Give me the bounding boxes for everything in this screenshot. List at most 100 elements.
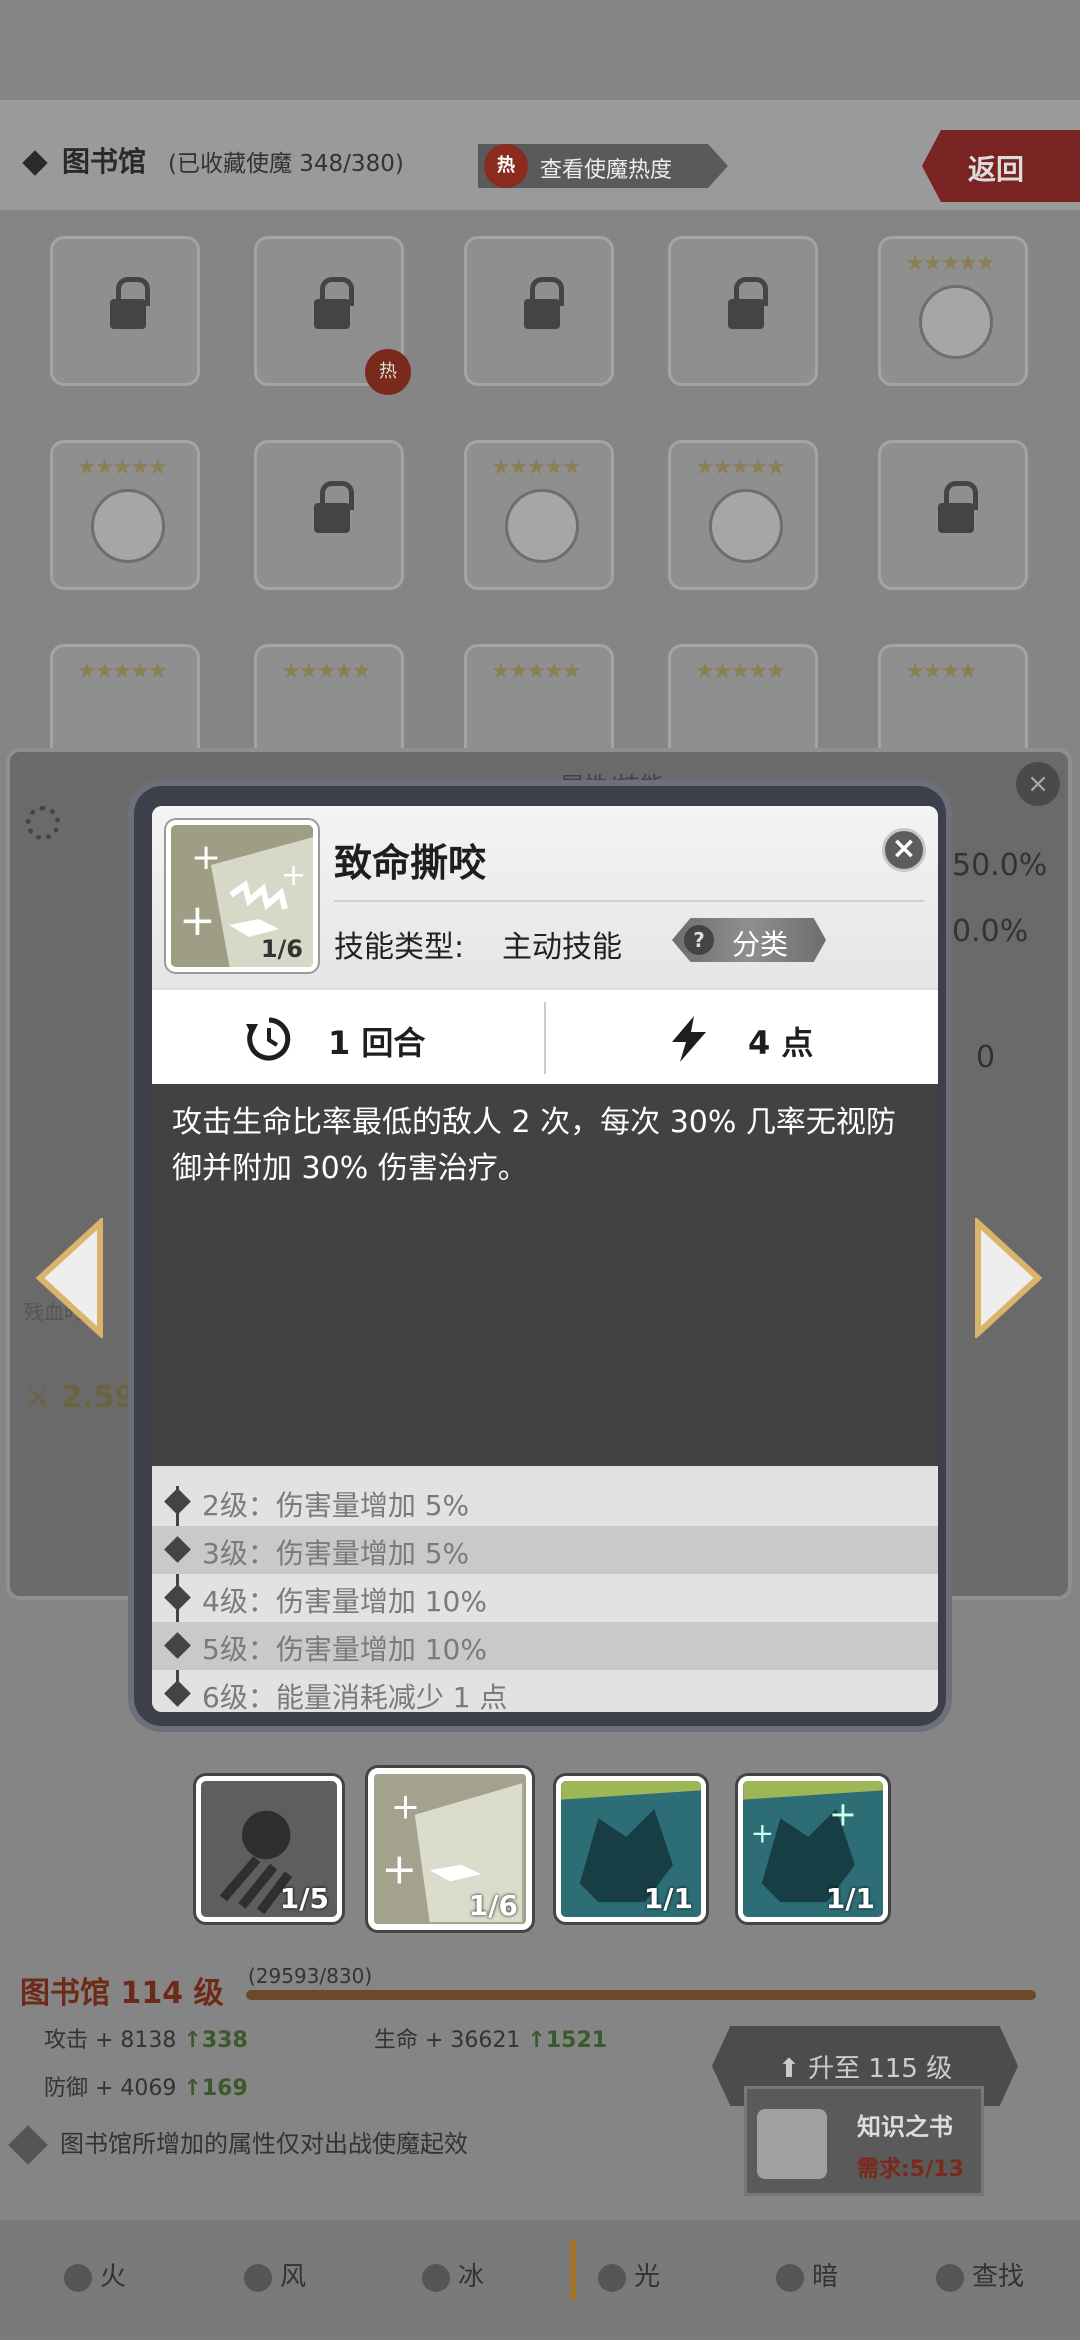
ice-icon: [422, 2263, 450, 2292]
stars-icon: ★★★★★: [281, 659, 372, 684]
hot-icon: 热: [484, 144, 528, 188]
familiar-tile-locked[interactable]: [254, 440, 404, 590]
book-icon: [757, 2109, 827, 2179]
close-button[interactable]: ×: [882, 828, 926, 872]
category-button[interactable]: ? 分类: [672, 918, 826, 962]
skill-slot-selected[interactable]: + + 1/6: [368, 1768, 532, 1930]
view-popularity-button[interactable]: 热 查看使魔热度: [478, 144, 728, 188]
attack-increase: ↑338: [183, 2028, 248, 2053]
skill-type-label: 技能类型:: [334, 930, 465, 965]
hot-badge: 热: [365, 349, 411, 395]
attack-value: ⚔ 2.59: [24, 1380, 135, 1415]
level-row: 4级：伤害量增加 10%: [152, 1574, 938, 1622]
bullet-icon: [164, 1680, 191, 1707]
skill-level-count: 1/6: [260, 935, 303, 963]
stars-icon: ★★★★★: [695, 659, 786, 684]
familiar-tile-locked[interactable]: [668, 236, 818, 386]
familiar-portrait: [919, 285, 993, 359]
skill-detail-card: + + + 1/6 致命撕咬 × 技能类型: 主动技能 ? 分类 1 回合 4 …: [152, 806, 938, 1712]
tab-fire[interactable]: 火: [64, 2256, 126, 2293]
tab-ice[interactable]: 冰: [422, 2256, 484, 2293]
level-text: 6级：能量消耗减少 1 点: [202, 1681, 508, 1712]
library-title: 图书馆: [22, 140, 146, 180]
skill-name: 致命撕咬: [334, 841, 487, 885]
library-level: 图书馆 114 级: [20, 1976, 224, 2011]
previous-arrow-icon[interactable]: [30, 1216, 110, 1340]
familiar-tile-locked[interactable]: 热: [254, 236, 411, 395]
light-icon: [598, 2263, 626, 2292]
level-text: 5级：伤害量增加 10%: [202, 1633, 487, 1666]
stat-value: 0.0%: [952, 914, 1029, 949]
familiar-tile-locked[interactable]: [464, 236, 614, 386]
skill-slot[interactable]: 1/5: [196, 1776, 342, 1922]
book-name: 知识之书: [857, 2113, 953, 2141]
cooldown-text: 1 回合: [328, 1024, 426, 1062]
level-row: 6级：能量消耗减少 1 点: [152, 1670, 938, 1712]
bullet-icon: [164, 1536, 191, 1563]
panel-close-icon[interactable]: ×: [1016, 762, 1060, 806]
familiar-tile[interactable]: ★★★★★: [464, 440, 614, 590]
level-row: 2级：伤害量增加 5%: [152, 1478, 938, 1526]
upgrade-label: ⬆ 升至 115 级: [778, 2054, 953, 2084]
level-text: 4级：伤害量增加 10%: [202, 1585, 487, 1618]
bullet-icon: [164, 1584, 191, 1611]
familiar-tile[interactable]: ★★★★★: [878, 236, 1028, 386]
energy-text: 4 点: [748, 1024, 814, 1062]
familiar-tile-locked[interactable]: [50, 236, 200, 386]
hp-stat-label: 生命 + 36621: [374, 2028, 521, 2053]
diamond-icon: [22, 150, 48, 176]
defense-stat: 防御 + 4069 ↑169: [44, 2070, 248, 2102]
lock-icon: [938, 481, 978, 535]
familiar-tile[interactable]: ★★★★★: [50, 440, 200, 590]
stars-icon: ★★★★★: [77, 455, 168, 480]
svg-text:+: +: [381, 1844, 417, 1894]
back-button[interactable]: 返回: [922, 130, 1080, 202]
cooldown-clock-icon: [246, 1017, 291, 1061]
wind-icon: [244, 2263, 272, 2292]
level-text: 3级：伤害量增加 5%: [202, 1537, 470, 1570]
level-text: 2级：伤害量增加 5%: [202, 1489, 470, 1522]
attack-stat: 攻击 + 8138 ↑338: [44, 2022, 248, 2054]
knowledge-book-requirement: 知识之书 需求:5/13: [744, 2086, 984, 2196]
tab-light[interactable]: 光: [598, 2256, 660, 2293]
back-label: 返回: [968, 153, 1025, 186]
dark-icon: [776, 2263, 804, 2292]
skill-cost-row: 1 回合 4 点: [152, 988, 938, 1084]
attack-stat-label: 攻击 + 8138: [44, 2028, 177, 2053]
header-divider: [334, 900, 924, 902]
svg-text:+: +: [179, 895, 216, 946]
familiar-portrait: [91, 489, 165, 563]
skill-slot[interactable]: + + 1/1: [738, 1776, 888, 1922]
familiar-tile[interactable]: ★★★★★: [668, 440, 818, 590]
question-icon: ?: [684, 925, 714, 955]
skill-count: 1/1: [825, 1882, 875, 1915]
skill-level-list: 2级：伤害量增加 5% 3级：伤害量增加 5% 4级：伤害量增加 10% 5级：…: [152, 1466, 938, 1712]
svg-text:+: +: [281, 858, 306, 893]
next-arrow-icon[interactable]: [968, 1216, 1048, 1340]
tab-dark[interactable]: 暗: [776, 2256, 838, 2293]
selected-tab-indicator: [570, 2240, 576, 2300]
defense-stat-label: 防御 + 4069: [44, 2076, 177, 2101]
tab-search[interactable]: 查找: [936, 2256, 1024, 2293]
book-requirement: 需求:5/13: [857, 2157, 964, 2182]
svg-text:+: +: [829, 1795, 857, 1834]
skill-slot[interactable]: 1/1: [556, 1776, 706, 1922]
stars-icon: ★★★★★: [905, 251, 996, 276]
tab-wind[interactable]: 风: [244, 2256, 306, 2293]
lock-icon: [314, 481, 354, 535]
search-icon: [936, 2263, 964, 2292]
stat-value: 0: [976, 1040, 996, 1075]
lock-icon: [524, 277, 564, 331]
lock-icon: [314, 277, 354, 331]
familiar-tile-locked[interactable]: [878, 440, 1028, 590]
stars-icon: ★★★★: [905, 659, 978, 684]
skill-description: 攻击生命比率最低的敌人 2 次，每次 30% 几率无视防御并附加 30% 伤害治…: [152, 1084, 938, 1466]
library-exp-bar: [246, 1990, 1036, 2000]
skill-count: 1/5: [279, 1882, 329, 1915]
sword-icon: ⚔: [24, 1380, 62, 1415]
level-row: 3级：伤害量增加 5%: [152, 1526, 938, 1574]
skill-description-text: 攻击生命比率最低的敌人 2 次，每次 30% 几率无视防御并附加 30% 伤害治…: [172, 1105, 896, 1186]
hp-increase: ↑1521: [527, 2028, 608, 2053]
bullet-icon: [164, 1632, 191, 1659]
hp-stat: 生命 + 36621 ↑1521: [374, 2022, 607, 2054]
